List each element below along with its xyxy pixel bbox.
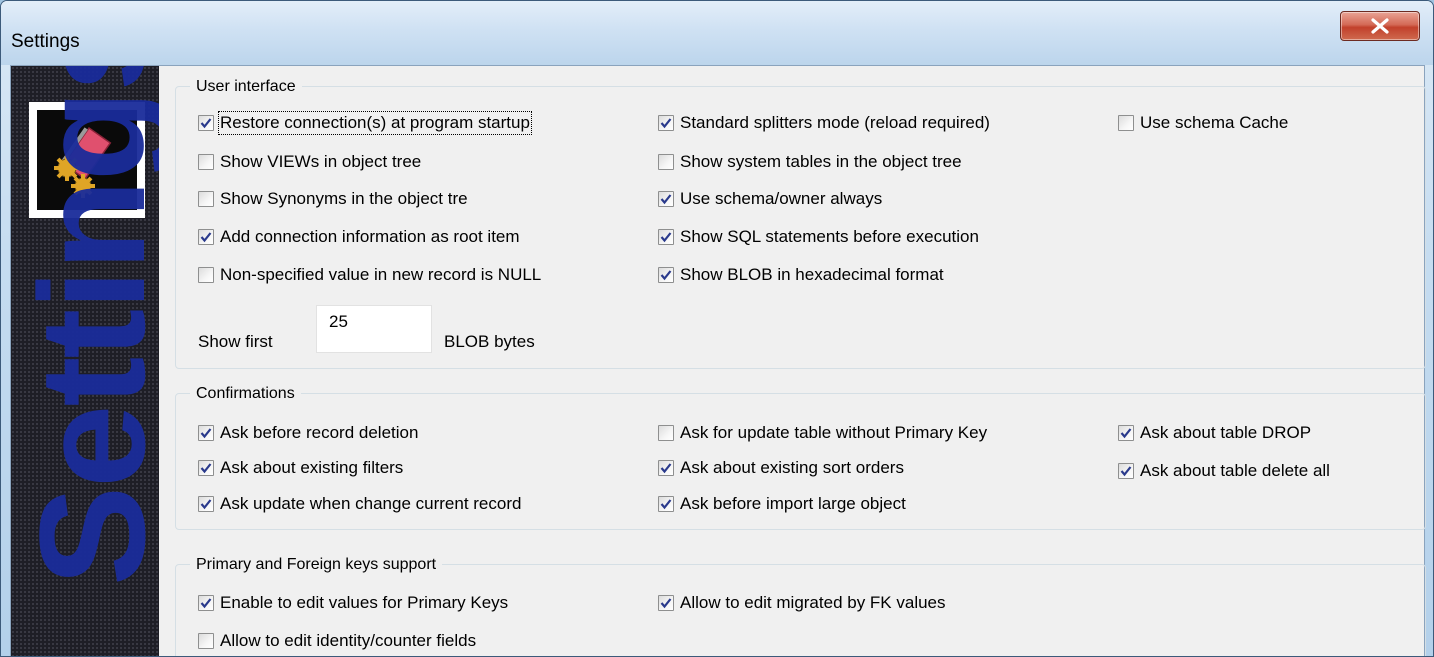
checkmark-icon <box>200 232 212 243</box>
checkmark-icon <box>200 428 212 439</box>
checkmark-icon <box>660 270 672 281</box>
checkbox-box[interactable] <box>198 191 214 207</box>
show-synonyms-checkbox[interactable]: Show Synonyms in the object tre <box>198 188 468 210</box>
show-views-checkbox[interactable]: Show VIEWs in object tree <box>198 151 421 173</box>
use-schema-owner-label: Use schema/owner always <box>680 189 883 208</box>
sidebar-banner: Settings <box>11 66 159 656</box>
show-blob-hex-checkbox[interactable]: Show BLOB in hexadecimal format <box>658 264 944 286</box>
keys-support-legend: Primary and Foreign keys support <box>190 555 443 575</box>
show-first-label: Show first <box>198 332 273 351</box>
checkbox-box[interactable] <box>198 460 214 476</box>
ask-update-without-pk-checkbox[interactable]: Ask for update table without Primary Key <box>658 422 987 444</box>
show-views-label: Show VIEWs in object tree <box>220 152 422 171</box>
title-bar[interactable]: Settings <box>1 1 1433 65</box>
blob-bytes-input[interactable]: 25 <box>316 305 432 353</box>
blob-bytes-label: BLOB bytes <box>444 332 535 351</box>
checkbox-box[interactable] <box>1118 115 1134 131</box>
checkbox-box[interactable] <box>658 115 674 131</box>
checkbox-box[interactable] <box>198 229 214 245</box>
checkmark-icon <box>660 194 672 205</box>
restore-connections-checkbox[interactable]: Restore connection(s) at program startup <box>198 111 532 135</box>
ask-import-large-object-label: Ask before import large object <box>680 494 906 513</box>
ask-table-delete-all-checkbox[interactable]: Ask about table delete all <box>1118 460 1330 482</box>
ask-before-record-deletion-checkbox[interactable]: Ask before record deletion <box>198 422 418 444</box>
confirmations-group: Confirmations Ask before record deletion… <box>175 384 1426 530</box>
checkbox-box[interactable] <box>658 496 674 512</box>
ask-update-without-pk-label: Ask for update table without Primary Key <box>680 423 988 442</box>
show-blob-hex-label: Show BLOB in hexadecimal format <box>680 265 944 284</box>
checkbox-box[interactable] <box>658 267 674 283</box>
close-button[interactable] <box>1340 11 1420 41</box>
checkbox-box[interactable] <box>198 115 214 131</box>
checkbox-box[interactable] <box>198 154 214 170</box>
edit-pk-values-checkbox[interactable]: Enable to edit values for Primary Keys <box>198 592 508 614</box>
show-system-tables-checkbox[interactable]: Show system tables in the object tree <box>658 151 962 173</box>
add-connection-info-label: Add connection information as root item <box>220 227 520 246</box>
ask-existing-sort-orders-checkbox[interactable]: Ask about existing sort orders <box>658 457 904 479</box>
checkbox-box[interactable] <box>1118 425 1134 441</box>
show-sql-statements-label: Show SQL statements before execution <box>680 227 979 246</box>
use-schema-cache-label: Use schema Cache <box>1140 113 1289 132</box>
show-synonyms-label: Show Synonyms in the object tre <box>220 189 468 208</box>
checkbox-box[interactable] <box>198 425 214 441</box>
sidebar-banner-text: Settings <box>11 66 159 586</box>
ask-existing-filters-checkbox[interactable]: Ask about existing filters <box>198 457 403 479</box>
ask-update-change-record-checkbox[interactable]: Ask update when change current record <box>198 493 521 515</box>
checkbox-box[interactable] <box>198 633 214 649</box>
ask-existing-filters-label: Ask about existing filters <box>220 458 404 477</box>
checkmark-icon <box>660 499 672 510</box>
use-schema-owner-checkbox[interactable]: Use schema/owner always <box>658 188 882 210</box>
checkbox-box[interactable] <box>198 595 214 611</box>
checkmark-icon <box>660 598 672 609</box>
show-sql-statements-checkbox[interactable]: Show SQL statements before execution <box>658 226 979 248</box>
edit-identity-fields-label: Allow to edit identity/counter fields <box>220 631 477 650</box>
non-specified-null-checkbox[interactable]: Non-specified value in new record is NUL… <box>198 264 541 286</box>
window-title: Settings <box>11 31 80 52</box>
checkbox-box[interactable] <box>658 229 674 245</box>
checkmark-icon <box>1120 428 1132 439</box>
settings-panel: Settings User interface Restore connecti… <box>10 65 1426 656</box>
ask-existing-sort-orders-label: Ask about existing sort orders <box>680 458 904 477</box>
checkmark-icon <box>200 463 212 474</box>
settings-window: Settings Settings User interface Restore… <box>0 0 1434 657</box>
checkbox-box[interactable] <box>658 595 674 611</box>
checkbox-box[interactable] <box>658 191 674 207</box>
standard-splitters-label: Standard splitters mode (reload required… <box>680 113 990 132</box>
checkmark-icon <box>660 232 672 243</box>
checkmark-icon <box>200 499 212 510</box>
user-interface-legend: User interface <box>190 77 302 97</box>
add-connection-info-checkbox[interactable]: Add connection information as root item <box>198 226 520 248</box>
show-system-tables-label: Show system tables in the object tree <box>680 152 962 171</box>
checkmark-icon <box>660 463 672 474</box>
checkbox-box[interactable] <box>658 154 674 170</box>
standard-splitters-checkbox[interactable]: Standard splitters mode (reload required… <box>658 112 990 134</box>
checkbox-box[interactable] <box>658 425 674 441</box>
confirmations-legend: Confirmations <box>190 384 301 404</box>
ask-update-change-record-label: Ask update when change current record <box>220 494 522 513</box>
ask-about-table-drop-label: Ask about table DROP <box>1140 423 1312 442</box>
edit-migrated-fk-checkbox[interactable]: Allow to edit migrated by FK values <box>658 592 946 614</box>
ask-before-record-deletion-label: Ask before record deletion <box>220 423 419 442</box>
non-specified-null-label: Non-specified value in new record is NUL… <box>220 265 542 284</box>
use-schema-cache-checkbox[interactable]: Use schema Cache <box>1118 112 1288 134</box>
checkmark-icon <box>660 118 672 129</box>
checkmark-icon <box>200 598 212 609</box>
ask-about-table-drop-checkbox[interactable]: Ask about table DROP <box>1118 422 1311 444</box>
ask-import-large-object-checkbox[interactable]: Ask before import large object <box>658 493 906 515</box>
checkbox-box[interactable] <box>198 267 214 283</box>
restore-connections-label: Restore connection(s) at program startup <box>218 111 532 135</box>
checkbox-box[interactable] <box>658 460 674 476</box>
ask-table-delete-all-label: Ask about table delete all <box>1140 461 1330 480</box>
checkbox-box[interactable] <box>1118 463 1134 479</box>
edit-identity-fields-checkbox[interactable]: Allow to edit identity/counter fields <box>198 630 476 652</box>
user-interface-group: User interface Restore connection(s) at … <box>175 77 1426 369</box>
checkmark-icon <box>1120 466 1132 477</box>
keys-support-group: Primary and Foreign keys support Enable … <box>175 555 1426 656</box>
close-icon <box>1371 18 1389 34</box>
checkbox-box[interactable] <box>198 496 214 512</box>
edit-pk-values-label: Enable to edit values for Primary Keys <box>220 593 509 612</box>
checkmark-icon <box>200 118 212 129</box>
edit-migrated-fk-label: Allow to edit migrated by FK values <box>680 593 946 612</box>
